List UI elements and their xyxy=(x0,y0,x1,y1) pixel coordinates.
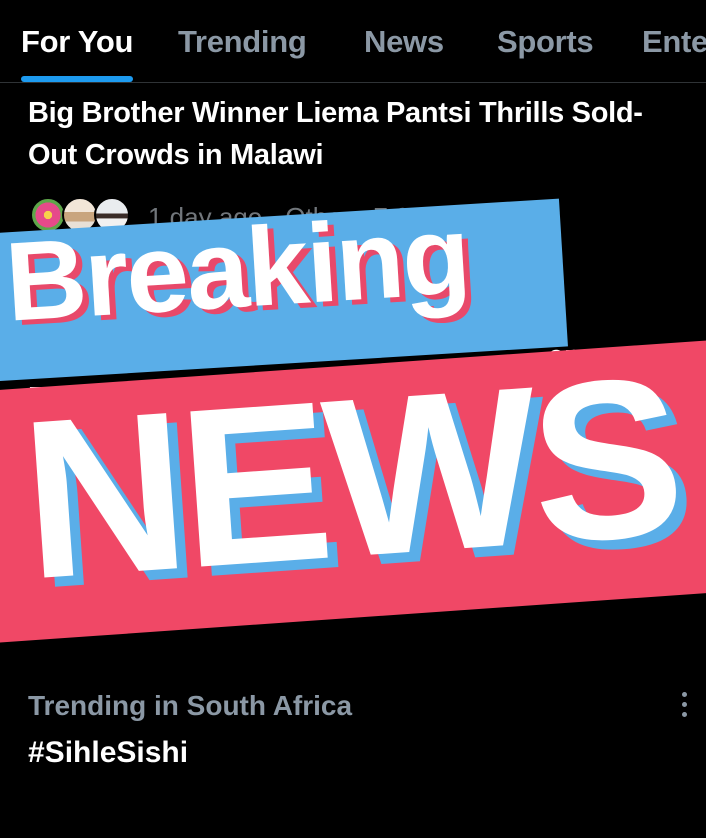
tab-bar: For You Trending News Sports Ente xyxy=(0,0,706,83)
story-headline[interactable]: Big Brother Winner Liema Pantsi Thrills … xyxy=(28,92,668,176)
trend-context: Trending in South Africa xyxy=(28,690,353,721)
tab-trending[interactable]: Trending xyxy=(178,24,307,60)
tab-for-you[interactable]: For You xyxy=(21,24,133,60)
tab-sports[interactable]: Sports xyxy=(497,24,594,60)
more-vertical-icon[interactable] xyxy=(676,692,692,720)
tab-news[interactable]: News xyxy=(364,24,444,60)
active-tab-indicator xyxy=(21,76,133,82)
tab-entertainment[interactable]: Ente xyxy=(642,24,706,60)
trend-hashtag[interactable]: #SihleSishi xyxy=(28,736,188,770)
news-label: NEWS xyxy=(15,328,686,627)
